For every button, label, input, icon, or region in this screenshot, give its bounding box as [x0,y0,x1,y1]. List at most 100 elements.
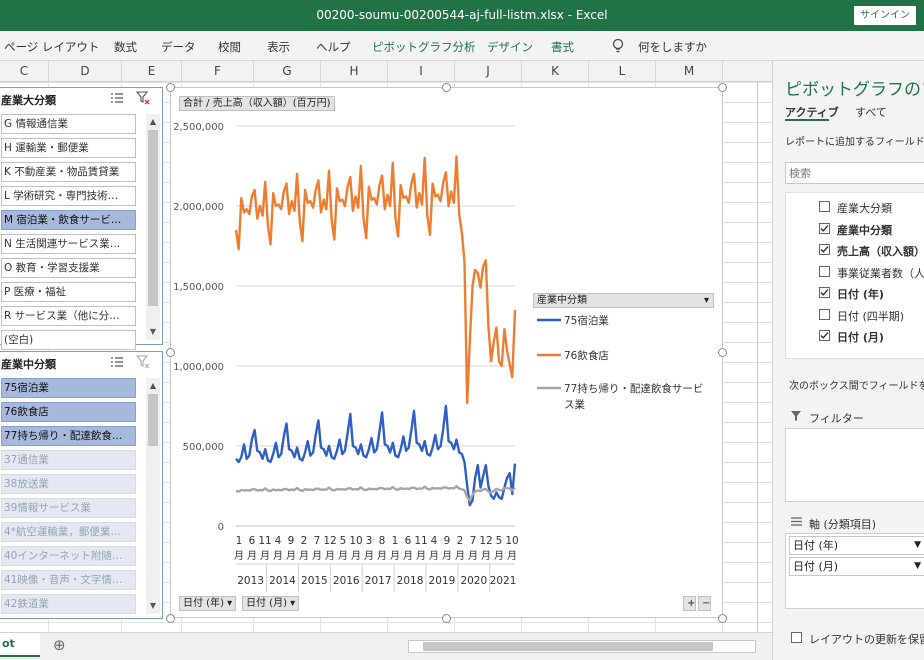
column-header-l[interactable]: L [589,61,656,82]
expand-field-button[interactable]: + [683,596,696,611]
axis-field-month[interactable]: 日付 (月) ▼ [789,557,924,576]
slicer-item[interactable]: H 運輸業・郵便業 [1,138,136,158]
legend-field-button[interactable]: 産業中分類 ▾ [533,293,714,308]
pivot-chart[interactable]: 合計 / 売上高（収入額）(百万円) 0 500,000 1,000,000 1,50… [170,87,723,618]
tab-all[interactable]: すべて [855,104,887,120]
slicer-item[interactable]: 4*航空運輸業，郵便業… [1,522,136,542]
slicer-item[interactable]: (空白) [1,330,136,350]
scroll-up-arrow[interactable]: ▲ [146,116,160,128]
axis-field-year[interactable]: 日付 (年) ▼ [789,536,924,555]
field-label[interactable]: 産業大分類 [837,200,892,216]
slicer-scrollbar[interactable]: ▲ ▼ [146,114,160,340]
column-header-j[interactable]: J [455,61,522,82]
slicer-item[interactable]: 40インターネット附随… [1,546,136,566]
field-label[interactable]: 日付 (月) [837,329,884,345]
slicer-item[interactable]: 77持ち帰り・配達飲食… [1,426,136,446]
filters-drop-area[interactable] [785,428,924,502]
field-checkbox[interactable] [819,222,830,234]
slicer-item[interactable]: 38放送業 [1,474,136,494]
slicer-item[interactable]: 76飲食店 [1,402,136,422]
slicer-item[interactable]: P 医療・福祉 [1,282,136,302]
scrollbar-thumb[interactable] [148,394,158,446]
field-checkbox[interactable] [819,265,830,277]
column-header-c[interactable]: C [0,61,49,82]
resize-handle[interactable] [166,614,175,623]
field-checkbox[interactable] [819,308,830,320]
tab-active[interactable]: アクティブ [785,104,839,120]
column-header-e[interactable]: E [122,61,182,82]
x-tick-month: 3 [366,535,373,547]
field-checkbox[interactable] [819,287,830,298]
scroll-down-arrow[interactable]: ▼ [146,600,160,612]
slicer-item[interactable]: G 情報通信業 [1,114,136,134]
field-label[interactable]: 売上高（収入額） [837,243,924,259]
resize-handle[interactable] [442,614,451,623]
tab-help[interactable]: ヘルプ [316,39,351,55]
scroll-up-arrow[interactable]: ▲ [146,380,160,392]
column-header-h[interactable]: H [321,61,388,82]
slicer-item[interactable]: N 生活関連サービス業… [1,234,136,254]
axis-field-button-month[interactable]: 日付 (月) ▾ [242,596,300,611]
tab-view[interactable]: 表示 [267,39,290,55]
axis-field-label: 日付 (年) [183,598,224,609]
tell-me-search[interactable]: 何をしますか [638,39,707,55]
x-tick-month-unit: 月 [442,550,452,562]
slicer-item[interactable]: K 不動産業・物品賃貸業 [1,162,136,182]
field-label[interactable]: 日付 (四半期) [837,308,904,324]
slicer-item[interactable]: O 教育・学習支援業 [1,258,136,278]
axis-field-button-year[interactable]: 日付 (年) ▾ [179,596,237,611]
collapse-field-button[interactable]: − [698,596,711,611]
sheet-tab[interactable]: ot [0,633,40,657]
horizontal-scrollbar[interactable] [408,640,756,653]
resize-handle[interactable] [718,83,727,92]
field-label[interactable]: 産業中分類 [837,222,892,238]
field-search-input[interactable] [785,162,924,184]
field-checkbox[interactable] [819,201,830,212]
tab-format[interactable]: 書式 [551,39,574,55]
column-header-d[interactable]: D [49,61,122,82]
slicer-scrollbar[interactable]: ▲ ▼ [146,378,160,614]
column-header-f[interactable]: F [182,61,254,82]
multi-select-icon[interactable] [110,356,124,368]
resize-handle[interactable] [718,614,727,623]
slicer-item[interactable]: L 学術研究・専門技術… [1,186,136,206]
x-tick-month-unit: 月 [260,550,270,562]
scroll-down-arrow[interactable]: ▼ [146,326,160,338]
column-header-m[interactable]: M [656,61,723,82]
field-checkbox[interactable] [819,330,830,341]
tab-review[interactable]: 校閲 [218,39,241,55]
column-header-k[interactable]: K [522,61,589,82]
multi-select-icon[interactable] [110,92,124,104]
field-label[interactable]: 事業従業者数（人 [837,265,924,281]
clear-filter-icon[interactable] [136,355,150,369]
column-header-i[interactable]: I [388,61,455,82]
tab-design[interactable]: デザイン [487,39,533,55]
slicer-item[interactable]: 42鉄道業 [1,594,136,614]
x-tick-month-unit: 月 [312,550,322,562]
tab-data[interactable]: データ [161,39,196,55]
slicer-item[interactable]: 39情報サービス業 [1,498,136,518]
clear-filter-icon[interactable] [136,91,150,105]
field-checkbox[interactable] [819,244,830,255]
slicer-item[interactable]: 41映像・音声・文字情… [1,570,136,590]
tab-pivotchart-analyze[interactable]: ピボットグラフ分析 [372,39,476,55]
resize-handle[interactable] [718,348,727,357]
sign-in-button[interactable]: サインイン [854,6,916,25]
x-tick-month-unit: 月 [325,550,335,562]
field-label[interactable]: 日付 (年) [837,286,884,302]
resize-handle[interactable] [166,348,175,357]
add-sheet-icon[interactable]: ⊕ [53,636,66,654]
slicer-item[interactable]: R サービス業（他に分… [1,306,136,326]
defer-update-checkbox[interactable] [791,632,802,643]
tab-page-layout[interactable]: ページ レイアウト [4,39,99,55]
scrollbar-thumb[interactable] [423,642,713,651]
vertical-scrollbar[interactable] [757,82,758,632]
scrollbar-thumb[interactable] [148,130,158,306]
resize-handle[interactable] [442,83,451,92]
resize-handle[interactable] [166,83,175,92]
slicer-item[interactable]: 37通信業 [1,450,136,470]
slicer-item[interactable]: 75宿泊業 [1,378,136,398]
column-header-g[interactable]: G [254,61,321,82]
slicer-item[interactable]: M 宿泊業・飲食サービ… [1,210,136,230]
tab-formulas[interactable]: 数式 [114,39,137,55]
